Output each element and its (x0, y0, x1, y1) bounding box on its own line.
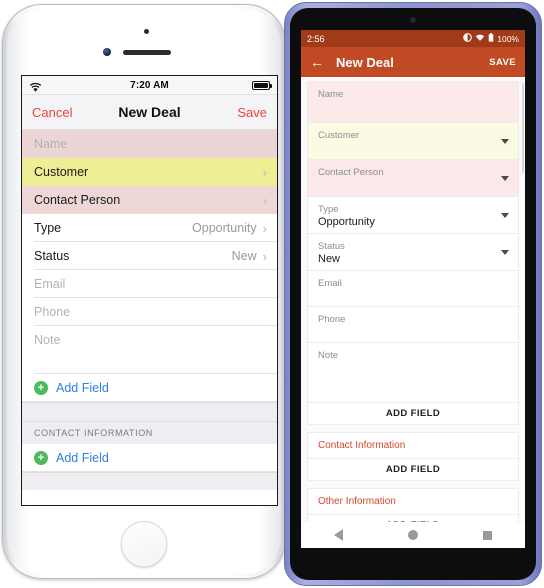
ios-nav-bar: Cancel New Deal Save (22, 95, 277, 130)
add-field-button-contact[interactable]: + Add Field (22, 444, 277, 472)
android-device-frame: 2:56 100% ← New Deal SAVE Name Customer … (284, 2, 542, 586)
iphone-device-frame: 7:20 AM Cancel New Deal Save Name Custom… (2, 4, 286, 579)
list-footer (22, 472, 277, 490)
field-row-phone[interactable]: Phone (22, 298, 277, 326)
chevron-down-icon (501, 250, 509, 255)
plus-circle-icon: + (34, 451, 48, 465)
field-value: New (231, 249, 257, 263)
field-row-email[interactable]: Email (22, 270, 277, 298)
battery-icon (488, 33, 494, 44)
field-note[interactable]: Note (308, 343, 518, 403)
android-screen: 2:56 100% ← New Deal SAVE Name Customer … (301, 30, 525, 548)
scrollbar[interactable] (522, 83, 524, 173)
save-button[interactable]: Save (237, 105, 267, 120)
dual-phone-mockup: 7:20 AM Cancel New Deal Save Name Custom… (0, 0, 544, 588)
earpiece-speaker (123, 50, 171, 55)
field-row-name[interactable]: Name (22, 130, 277, 158)
field-label: Name (318, 89, 344, 100)
ios-clock: 7:20 AM (130, 79, 169, 91)
android-clock: 2:56 (307, 33, 325, 44)
field-email[interactable]: Email (308, 271, 518, 307)
field-row-customer[interactable]: Customer › (22, 158, 277, 186)
ios-status-bar: 7:20 AM (22, 76, 277, 95)
back-arrow-icon[interactable]: ← (310, 55, 324, 69)
iphone-screen: 7:20 AM Cancel New Deal Save Name Custom… (21, 75, 278, 506)
page-title: New Deal (336, 54, 394, 70)
field-label: Customer (34, 165, 89, 179)
battery-icon (252, 80, 272, 90)
field-label: Phone (34, 305, 71, 319)
home-button[interactable] (121, 521, 167, 567)
field-value: New (318, 253, 341, 265)
field-status[interactable]: Status New (308, 234, 518, 271)
section-header-contact-information: CONTACT INFORMATION (22, 422, 277, 444)
nav-home-icon[interactable] (407, 530, 418, 540)
field-row-contact-person[interactable]: Contact Person › (22, 186, 277, 214)
chevron-down-icon (501, 139, 509, 144)
field-label: Customer (318, 130, 360, 141)
save-button[interactable]: SAVE (489, 57, 516, 68)
field-value: Opportunity (192, 221, 257, 235)
field-label: Type (318, 204, 339, 215)
field-label: Email (34, 277, 66, 291)
field-label: Contact Person (34, 193, 121, 207)
add-field-label: Add Field (56, 381, 109, 395)
field-row-status[interactable]: Status New › (22, 242, 277, 270)
field-label: Note (318, 350, 339, 361)
field-label: Name (34, 137, 68, 151)
android-status-bar: 2:56 100% (301, 30, 525, 47)
chevron-right-icon: › (262, 164, 267, 180)
field-label: Status (34, 249, 70, 263)
field-label: Note (34, 333, 61, 347)
field-customer[interactable]: Customer (308, 123, 518, 160)
contact-information-card: Contact Information ADD FIELD (307, 432, 519, 481)
iphone-body: 7:20 AM Cancel New Deal Save Name Custom… (7, 9, 281, 574)
cancel-button[interactable]: Cancel (32, 105, 72, 120)
chevron-right-icon: › (262, 248, 267, 264)
alarm-icon (463, 33, 473, 44)
android-form-body: Name Customer Contact Person Type Opport… (301, 77, 525, 548)
field-row-note[interactable]: Note (22, 326, 277, 374)
section-spacer (22, 402, 277, 422)
chevron-down-icon (501, 213, 509, 218)
android-bezel: 2:56 100% ← New Deal SAVE Name Customer … (290, 8, 536, 580)
field-value: Opportunity (318, 216, 375, 228)
field-label: Status (318, 241, 345, 252)
wifi-icon (29, 80, 42, 92)
field-row-type[interactable]: Type Opportunity › (22, 214, 277, 242)
battery-percent: 100% (497, 33, 519, 44)
wifi-icon (475, 33, 485, 44)
add-field-button-main[interactable]: ADD FIELD (308, 403, 518, 424)
field-phone[interactable]: Phone (308, 307, 518, 343)
field-name[interactable]: Name (308, 82, 518, 123)
nav-back-icon[interactable] (333, 529, 343, 541)
android-app-bar: ← New Deal SAVE (301, 47, 525, 77)
add-field-button-contact[interactable]: ADD FIELD (308, 459, 518, 480)
front-camera-icon (410, 17, 416, 23)
android-navigation-bar (301, 522, 525, 548)
field-type[interactable]: Type Opportunity (308, 197, 518, 234)
field-label: Type (34, 221, 62, 235)
ios-form-list: Name Customer › Contact Person › Type Op… (22, 130, 277, 490)
chevron-down-icon (501, 176, 509, 181)
front-camera-icon (103, 48, 111, 56)
field-label: Email (318, 278, 342, 289)
section-header-contact-information: Contact Information (308, 433, 518, 459)
nav-recents-icon[interactable] (483, 530, 493, 540)
proximity-sensor-icon (144, 29, 149, 34)
field-contact-person[interactable]: Contact Person (308, 160, 518, 197)
main-fields-card: Name Customer Contact Person Type Opport… (307, 81, 519, 425)
section-header-other-information: Other Information (308, 489, 518, 515)
add-field-button[interactable]: + Add Field (22, 374, 277, 402)
field-label: Phone (318, 314, 346, 325)
field-label: Contact Person (318, 167, 384, 178)
chevron-right-icon: › (262, 220, 267, 236)
plus-circle-icon: + (34, 381, 48, 395)
add-field-label: Add Field (56, 451, 109, 465)
chevron-right-icon: › (262, 192, 267, 208)
